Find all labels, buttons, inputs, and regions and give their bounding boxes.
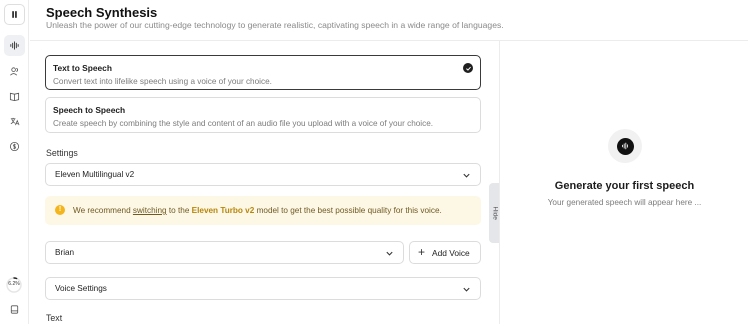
logo-button[interactable] [4,4,25,25]
page-subtitle: Unleash the power of our cutting-edge te… [46,20,504,30]
voice-settings-label: Voice Settings [55,284,107,293]
sidebar-item-projects[interactable] [4,86,25,107]
waveform-icon [616,137,634,155]
usage-percent: 6.2% [8,281,20,287]
check-icon [463,63,473,73]
hide-label: Hide [491,206,499,220]
voice-select[interactable]: Brian [45,241,404,264]
recommended-model: Eleven Turbo v2 [191,206,255,215]
waveform-icon [10,41,19,50]
dollar-icon [9,141,20,152]
chevron-down-icon [386,251,393,256]
model-select[interactable]: Eleven Multilingual v2 [45,163,481,186]
sidebar: 6.2% [0,0,29,324]
banner-prefix: We recommend [73,206,133,215]
mode-card-text-to-speech[interactable]: Text to Speech Convert text into lifelik… [45,55,481,90]
output-pane: Generate your first speech Your generate… [499,41,748,324]
banner-suffix: model to get the best possible quality f… [254,206,442,215]
add-voice-button[interactable]: + Add Voice [409,241,481,264]
mode-description: Create speech by combining the style and… [53,119,434,128]
switching-link[interactable]: switching [133,206,167,215]
voice-select-value: Brian [55,248,75,257]
voice-settings-toggle[interactable]: Voice Settings [45,277,481,300]
library-icon [10,305,19,314]
sidebar-item-voices[interactable] [4,61,25,82]
warning-icon: ! [55,205,65,215]
empty-state-title: Generate your first speech [554,180,695,192]
chevron-down-icon [463,173,470,178]
plus-icon: + [418,245,426,259]
mode-description: Convert text into lifelike speech using … [53,77,272,86]
page-title: Speech Synthesis [46,5,158,20]
mode-title: Text to Speech [53,63,112,73]
book-icon [9,92,20,102]
settings-label: Settings [46,148,78,158]
banner-middle: to the [166,206,192,215]
mode-card-speech-to-speech[interactable]: Speech to Speech Create speech by combin… [45,97,481,133]
recommendation-banner: ! We recommend switching to the Eleven T… [45,196,481,225]
mode-title: Speech to Speech [53,105,126,115]
sidebar-item-dubbing[interactable] [4,111,25,132]
settings-pane: Text to Speech Convert text into lifelik… [30,41,499,324]
sidebar-item-library[interactable] [4,299,25,320]
add-voice-label: Add Voice [432,248,470,258]
page-header: Speech Synthesis Unleash the power of ou… [30,0,748,41]
chevron-down-icon [463,287,470,292]
sidebar-item-speech-synthesis[interactable] [4,35,25,56]
users-icon [10,67,18,76]
text-section-label: Text [46,313,63,323]
app: 6.2% Speech Synthesis Unleash the power … [0,0,748,324]
model-select-value: Eleven Multilingual v2 [55,170,135,179]
sidebar-item-pricing[interactable] [4,136,25,157]
translate-icon [10,117,20,126]
generate-icon-wrap [608,129,642,163]
logo-icon [12,11,17,18]
banner-text: We recommend switching to the Eleven Tur… [73,206,442,215]
empty-state-subtitle: Your generated speech will appear here .… [547,198,702,207]
